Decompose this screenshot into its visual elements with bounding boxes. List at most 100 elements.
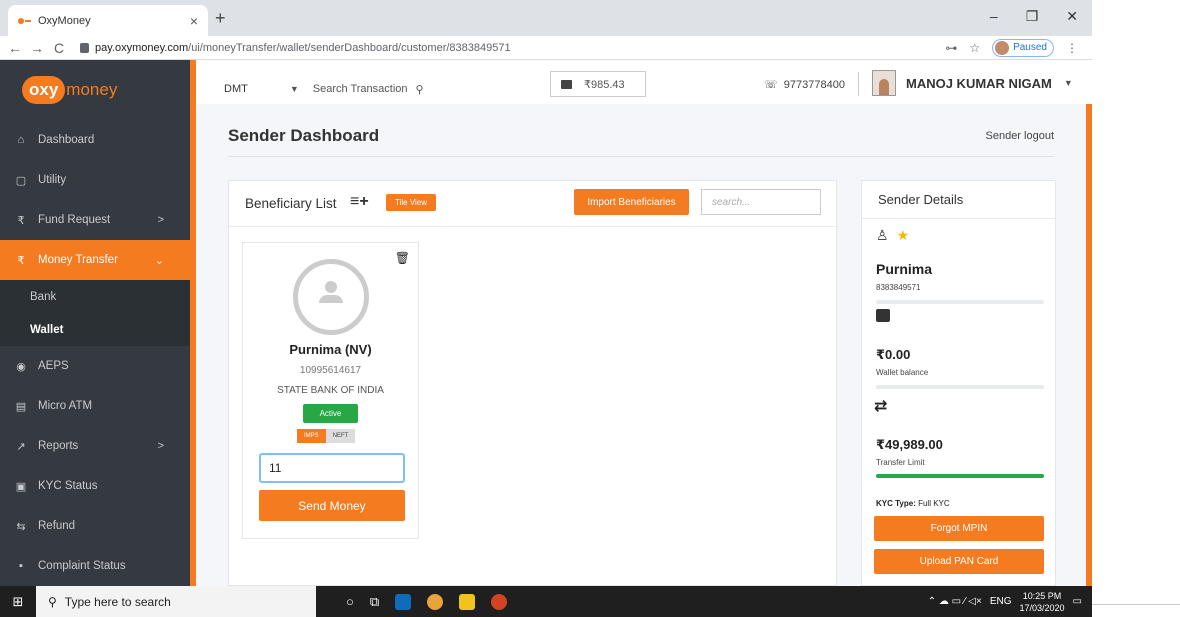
reload-icon[interactable]: C — [48, 40, 70, 56]
key-icon[interactable]: ⊶ — [945, 41, 957, 55]
maximize-button[interactable]: ❐ — [1026, 8, 1039, 25]
chevron-right-icon: > — [157, 440, 164, 452]
user-avatar — [872, 70, 896, 96]
neft-option[interactable]: NEFT — [325, 429, 356, 443]
chrome-app-icon[interactable] — [427, 593, 444, 610]
tray-icons[interactable]: ⌃ ☁ ▭ ⁄ ◁× — [928, 596, 982, 607]
profile-paused-button[interactable]: Paused — [992, 38, 1054, 57]
beneficiary-card: 🗑 Purnima (NV) 10995614617 STATE BANK OF… — [242, 242, 419, 539]
sidebar-item-label: AEPS — [38, 360, 69, 372]
sender-logout-link[interactable]: Sender logout — [986, 130, 1055, 142]
desktop-margin — [1092, 0, 1180, 617]
language-indicator[interactable]: ENG — [990, 596, 1012, 607]
clock[interactable]: 10:25 PM 17/03/2020 — [1020, 590, 1065, 614]
send-money-button[interactable]: Send Money — [259, 490, 405, 521]
user-menu[interactable]: MANOJ KUMAR NIGAM ▼ — [872, 70, 1073, 96]
sidebar-item-utility[interactable]: ▢ Utility — [0, 160, 190, 200]
search-icon: ⚲ — [48, 594, 57, 609]
tile-view-button[interactable]: Tile View — [386, 194, 437, 211]
kyc-type-label: KYC Type: — [876, 499, 916, 508]
phone-number: 9773778400 — [783, 78, 845, 91]
sidebar-item-label: Refund — [38, 520, 76, 532]
sidebar-item-fund-request[interactable]: ₹ Fund Request > — [0, 200, 190, 240]
browser-menu-icon[interactable]: ⋮ — [1066, 41, 1078, 55]
minimize-button[interactable]: – — [990, 8, 998, 25]
star-icon: ★ — [896, 227, 910, 243]
notification-icon[interactable]: ▭ — [1073, 596, 1082, 607]
separator-bar — [876, 385, 1044, 389]
sidebar-item-complaint-status[interactable]: ▪ Complaint Status — [0, 546, 190, 586]
wallet-balance-value: ₹985.43 — [584, 78, 625, 91]
sidebar-subitem-bank[interactable]: Bank — [0, 280, 190, 313]
beneficiary-list-header: Beneficiary List ≡+ Tile View Import Ben… — [229, 181, 836, 227]
upload-pan-card-button[interactable]: Upload PAN Card — [874, 549, 1044, 574]
title-divider — [228, 156, 1054, 157]
lock-icon — [80, 42, 89, 53]
beneficiary-search-input[interactable]: search... — [701, 189, 821, 215]
transfer-arrows-icon: ⇄ — [874, 398, 888, 415]
sidebar-item-reports[interactable]: ↗ Reports > — [0, 426, 190, 466]
file-explorer-app-icon[interactable] — [459, 593, 476, 610]
sidebar-item-label: Money Transfer — [38, 254, 118, 266]
address-bar-actions: ⊶ ☆ Paused ⋮ — [945, 38, 1078, 57]
taskbar-search[interactable]: ⚲ Type here to search — [36, 586, 316, 617]
brand-oxy: oxy — [22, 76, 66, 104]
task-view-icon[interactable]: ⧉ — [370, 594, 379, 610]
transfer-limit-bar — [876, 474, 1044, 478]
sidebar: oxy money ⌂ Dashboard ▢ Utility ₹ Fund R… — [0, 60, 196, 586]
sidebar-item-refund[interactable]: ⇆ Refund — [0, 506, 190, 546]
back-icon[interactable]: ← — [4, 40, 26, 56]
chart-icon: ↗ — [16, 440, 26, 453]
sidebar-item-label: Reports — [38, 440, 79, 452]
wallet-icon — [876, 309, 890, 322]
atm-icon: ▤ — [15, 400, 27, 413]
sidebar-item-label: Fund Request — [38, 214, 111, 226]
beneficiary-list-title: Beneficiary List — [245, 196, 337, 211]
url-host: pay.oxymoney.com — [95, 41, 189, 54]
search-transaction[interactable]: Search Transaction ⚲ — [313, 83, 424, 96]
cortana-icon[interactable]: ○ — [346, 594, 354, 609]
add-list-icon[interactable]: ≡+ — [350, 193, 369, 211]
sidebar-item-kyc-status[interactable]: ▣ KYC Status — [0, 466, 190, 506]
beneficiary-avatar — [293, 259, 369, 335]
windows-start-icon[interactable]: ⊞ — [0, 594, 36, 610]
sidebar-item-micro-atm[interactable]: ▤ Micro ATM — [0, 386, 190, 426]
browser-tab-bar: OxyMoney × + – ❐ ✕ — [0, 0, 1092, 36]
url-field[interactable]: pay.oxymoney.com /ui/moneyTransfer/walle… — [80, 42, 945, 54]
windows-taskbar: ⊞ ⚲ Type here to search ○ ⧉ ⌃ ☁ ▭ ⁄ ◁× E… — [0, 586, 1092, 617]
powerpoint-app-icon[interactable] — [491, 593, 508, 610]
imps-option[interactable]: IMPS — [297, 429, 326, 443]
search-icon[interactable]: ⚲ — [416, 83, 424, 96]
forgot-mpin-button[interactable]: Forgot MPIN — [874, 516, 1044, 541]
sidebar-item-aeps[interactable]: ◉ AEPS — [0, 346, 190, 386]
bookmark-star-icon[interactable]: ☆ — [969, 41, 980, 55]
url-path: /ui/moneyTransfer/wallet/senderDashboard… — [188, 41, 511, 54]
browser-tab[interactable]: OxyMoney × — [8, 5, 208, 36]
page-title: Sender Dashboard — [228, 126, 380, 145]
wallet-icon — [561, 79, 572, 89]
amount-input[interactable]: 11 — [259, 453, 405, 483]
home-icon: ⌂ — [17, 134, 25, 146]
system-tray: ⌃ ☁ ▭ ⁄ ◁× ENG 10:25 PM 17/03/2020 ▭ — [928, 586, 1082, 617]
brand-logo[interactable]: oxy money — [0, 60, 196, 120]
sidebar-item-money-transfer[interactable]: ₹ Money Transfer ⌄ — [0, 240, 190, 280]
sidebar-item-dashboard[interactable]: ⌂ Dashboard — [0, 120, 190, 160]
search-transaction-label: Search Transaction — [312, 83, 408, 95]
clock-date: 17/03/2020 — [1019, 602, 1065, 613]
profile-avatar — [995, 40, 1010, 55]
sidebar-subitem-wallet[interactable]: Wallet — [0, 313, 190, 346]
close-window-button[interactable]: ✕ — [1066, 8, 1078, 25]
tab-close-icon[interactable]: × — [190, 13, 198, 29]
caret-down-icon: ▼ — [1063, 78, 1073, 88]
phone-icon: ☏ — [764, 79, 778, 91]
delete-trash-icon[interactable]: 🗑 — [395, 251, 410, 265]
new-tab-button[interactable]: + — [215, 8, 226, 29]
forward-icon[interactable]: → — [26, 40, 48, 56]
outlook-app-icon[interactable] — [395, 593, 412, 610]
service-select[interactable]: DMT — [224, 83, 248, 95]
rupee-icon: ₹ — [17, 214, 25, 227]
import-beneficiaries-button[interactable]: Import Beneficiaries — [574, 189, 689, 215]
kyc-type-value: Full KYC — [918, 499, 950, 508]
caret-down-icon[interactable]: ▼ — [290, 84, 299, 94]
sidebar-item-label: Dashboard — [38, 134, 95, 146]
